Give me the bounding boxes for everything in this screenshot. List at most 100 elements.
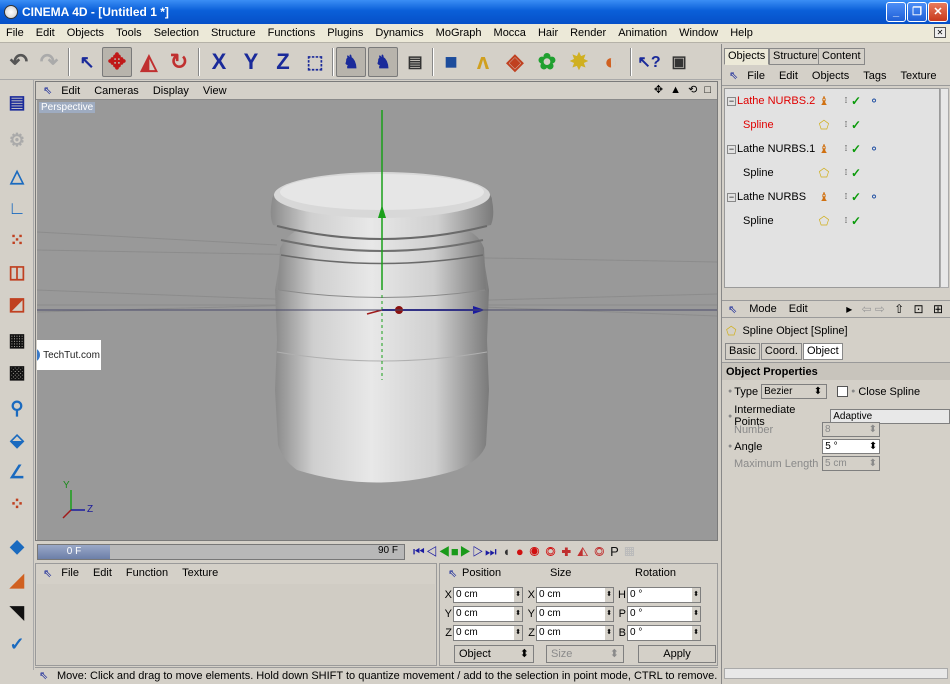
menu-help[interactable]: Help [724,27,759,39]
enabled-check-icon[interactable]: ✓ [849,142,863,156]
coord-mode-select[interactable]: Object ⬍ [454,645,534,663]
position-z-field[interactable]: 0 cm ⬍ [453,624,523,641]
material-list[interactable] [37,584,435,665]
cube-icon[interactable]: ■ [436,47,466,77]
layout-icon[interactable]: ▤ [3,88,31,116]
menu-hair[interactable]: Hair [532,27,564,39]
edges-mode-icon[interactable]: ◫ [3,258,31,286]
next-key-icon[interactable]: ▷ [472,544,485,559]
rotate-icon[interactable]: ↻ [164,47,194,77]
pos-track-icon[interactable]: ✚ [561,544,572,559]
viewport-canvas[interactable]: Perspective TechTut.com Y Z [37,100,717,540]
texture-axis-icon[interactable]: ▩ [3,358,31,386]
attr-tab-coord[interactable]: Coord. [760,343,802,360]
polygons-mode-icon[interactable]: ◩ [3,290,31,318]
goto-end-icon[interactable]: ⏭ [485,544,498,559]
tree-row-spline[interactable]: Spline ⬠ ⁞ ✓ [725,161,939,185]
nav-arrows-icon[interactable]: ⇦⇨ [862,302,888,316]
orbit-icon[interactable]: ⟲ [688,84,699,96]
minimize-button[interactable]: _ [886,2,906,22]
z-axis-icon[interactable]: Z [268,47,298,77]
play-icon[interactable]: ▶ [460,544,473,559]
attr-tab-basic[interactable]: Basic [725,343,760,360]
type-select[interactable]: Bezier ⬍ [761,384,828,399]
history-back-icon[interactable]: ▸ [846,302,855,316]
viewport-menu-cameras[interactable]: Cameras [87,85,146,97]
tree-row-lathe-nurbs-1[interactable]: − Lathe NURBS.1 ♝ ⁞ ✓ ⚬ [725,137,939,161]
position-y-field[interactable]: 0 cm ⬍ [453,605,523,622]
tree-row-lathe-nurbs[interactable]: − Lathe NURBS ♝ ⁞ ✓ ⚬ [725,185,939,209]
enabled-check-icon[interactable]: ✓ [849,214,863,228]
undo-icon[interactable]: ↶ [4,47,34,77]
spline-pen-icon[interactable]: ʌ [468,47,498,77]
object-axis-icon[interactable]: △ [3,162,31,190]
size-x-field[interactable]: 0 cm ⬍ [536,586,614,603]
auto-key-icon[interactable]: ◉ [529,544,540,559]
deformer-icon[interactable]: ✸ [564,47,594,77]
menu-objects[interactable]: Objects [61,27,110,39]
om-menu-edit[interactable]: Edit [772,70,805,82]
workplane-icon[interactable]: ◢ [3,566,31,594]
pan-icon[interactable]: ✥ [654,84,665,96]
om-menu-texture[interactable]: Texture [893,70,943,82]
menu-render[interactable]: Render [564,27,612,39]
array-icon[interactable]: ✿ [532,47,562,77]
nurbs-icon[interactable]: ◈ [500,47,530,77]
render-view-icon[interactable]: ♞ [336,47,366,77]
menu-edit[interactable]: Edit [30,27,61,39]
attr-menu-edit[interactable]: Edit [783,303,814,315]
coords-pin-icon[interactable]: ⇖ [448,567,457,580]
enabled-check-icon[interactable]: ✓ [849,190,863,204]
om-menu-tags[interactable]: Tags [856,70,893,82]
enabled-check-icon[interactable]: ✓ [849,94,863,108]
object-name[interactable]: Spline [743,119,774,131]
size-z-field[interactable]: 0 cm ⬍ [536,624,614,641]
move-icon[interactable]: ✥ [102,47,132,77]
axis-tool-icon[interactable]: ∟ [3,194,31,222]
dolly-icon[interactable]: ▲ [670,84,683,96]
inverse-kinematics-icon[interactable]: ⬙ [3,426,31,454]
viewport-pin-icon[interactable]: ⇖ [36,84,54,97]
object-name[interactable]: Spline [743,167,774,179]
x-axis-icon[interactable]: X [204,47,234,77]
tree-row-lathe-nurbs-2[interactable]: − Lathe NURBS.2 ♝ ⁞ ✓ ⚬ [725,89,939,113]
om-menu-file[interactable]: File [740,70,772,82]
bones-icon[interactable]: ∠ [3,458,31,486]
menu-plugins[interactable]: Plugins [321,27,369,39]
play-back-icon[interactable]: ◀ [438,544,451,559]
timeline-current-frame[interactable]: 0 F [38,545,110,559]
timeline-slider[interactable]: 0 F [37,544,405,560]
info-icon[interactable]: ▣ [664,47,694,77]
menu-dynamics[interactable]: Dynamics [369,27,429,39]
scale-icon[interactable]: ◭ [134,47,164,77]
menu-selection[interactable]: Selection [148,27,205,39]
object-name[interactable]: Lathe NURBS [737,191,806,203]
y-axis-icon[interactable]: Y [236,47,266,77]
prev-key-icon[interactable]: ◁ [426,544,439,559]
record-icon[interactable]: ● [516,544,525,559]
pointer-icon[interactable]: ↖ [72,47,102,77]
size-mode-select[interactable]: Size ⬍ [546,645,624,663]
menu-tools[interactable]: Tools [110,27,148,39]
model-tool-icon[interactable]: ⚙ [3,126,31,154]
mdi-close-icon[interactable]: ✕ [934,27,946,38]
maximize-view-icon[interactable]: □ [704,84,713,96]
tab-objects[interactable]: Objects [724,48,770,65]
enabled-check-icon[interactable]: ✓ [849,166,863,180]
points-mode-icon[interactable]: ⁙ [3,226,31,254]
render-picture-icon[interactable]: ♞ [368,47,398,77]
material-menu-file[interactable]: File [54,567,86,579]
animation-mode-icon[interactable]: ⚲ [3,394,31,422]
collapse-icon[interactable]: − [727,144,736,154]
up-icon[interactable]: ⇧ [894,302,907,316]
phong-tag-icon[interactable]: ⚬ [867,94,881,108]
phong-tag-icon[interactable]: ⚬ [867,142,881,156]
tree-row-spline[interactable]: Spline ⬠ ⁞ ✓ [725,209,939,233]
object-pin-icon[interactable]: ⇖ [722,69,740,82]
redo-icon[interactable]: ↷ [34,47,64,77]
world-coords-icon[interactable]: ⬚ [300,47,330,77]
rotation-h-field[interactable]: 0 ° ⬍ [627,586,701,603]
keyframe-sel-icon[interactable]: ◎ [545,544,556,559]
object-tree-scrollbar[interactable] [940,88,949,288]
menu-file[interactable]: File [0,27,30,39]
